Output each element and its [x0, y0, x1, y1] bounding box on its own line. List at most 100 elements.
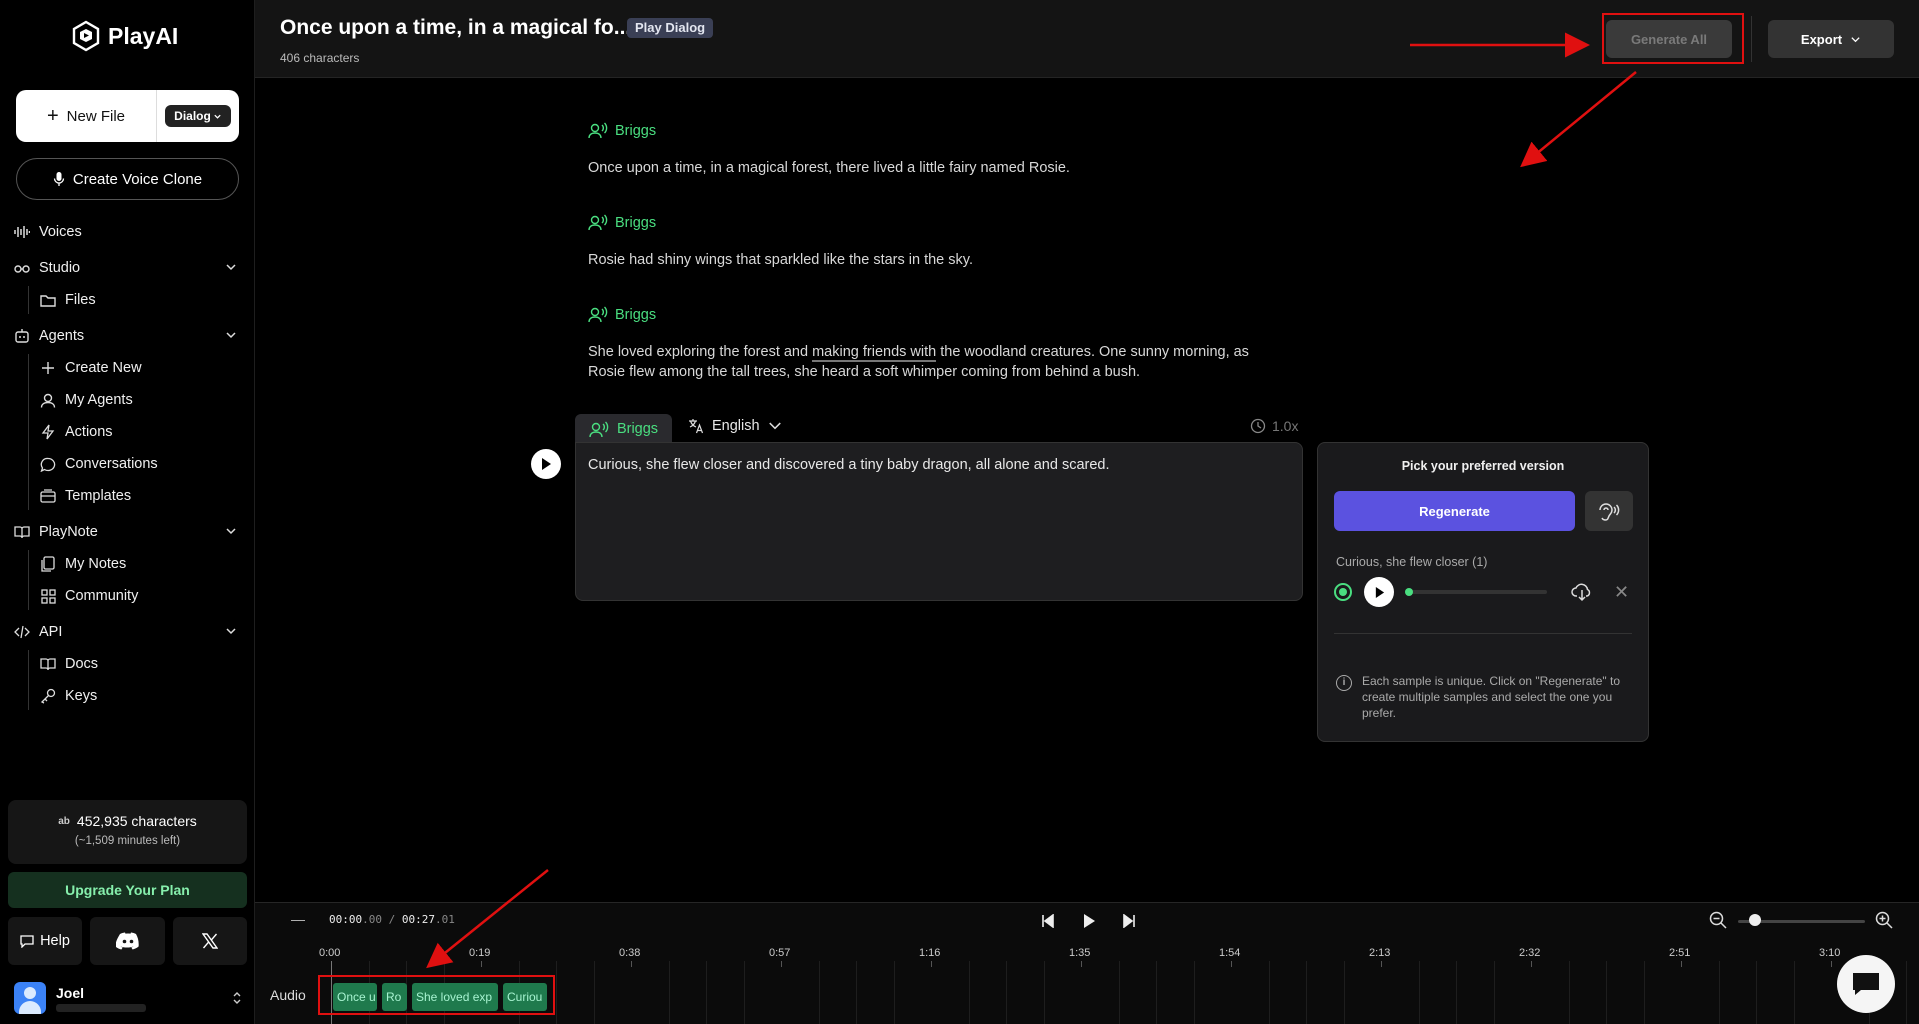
total-time-fraction: .01: [435, 913, 455, 926]
sidebar-item-studio[interactable]: Studio: [14, 254, 241, 282]
timeline-play-button[interactable]: [1079, 911, 1099, 931]
sample-play-button[interactable]: [1364, 577, 1394, 607]
sidebar-item-conversations[interactable]: Conversations: [40, 450, 241, 478]
sidebar-label: Voices: [39, 224, 82, 240]
sidebar-item-playnote[interactable]: PlayNote: [14, 518, 241, 546]
discord-button[interactable]: [90, 917, 165, 965]
skip-back-icon: [1042, 914, 1054, 928]
user-menu[interactable]: Joel: [14, 980, 242, 1016]
active-speaker-tab[interactable]: Briggs: [575, 414, 672, 444]
skip-forward-button[interactable]: [1119, 911, 1139, 931]
skip-back-button[interactable]: [1038, 911, 1058, 931]
new-file-group: + New File Dialog: [16, 90, 239, 142]
ruler-tick: [1568, 961, 1570, 1024]
sidebar-item-my-notes[interactable]: My Notes: [40, 550, 241, 578]
sidebar-label: Agents: [39, 328, 85, 344]
export-button[interactable]: Export: [1768, 20, 1894, 58]
x-twitter-button[interactable]: [173, 917, 247, 965]
active-line-textarea[interactable]: Curious, she flew closer and discovered …: [575, 442, 1303, 601]
speaker-name: Briggs: [615, 306, 657, 323]
chevron-down-icon: [1851, 36, 1860, 42]
cloud-download-icon[interactable]: [1571, 582, 1593, 602]
delete-sample-icon[interactable]: ✕: [1614, 583, 1629, 601]
sample-radio-selected[interactable]: [1334, 583, 1352, 601]
sample-label: Curious, she flew closer (1): [1336, 555, 1488, 569]
play-icon: [1375, 586, 1384, 598]
speaker-label[interactable]: Briggs: [588, 122, 656, 139]
folder-icon: [40, 292, 56, 308]
zoom-in-icon[interactable]: [1875, 911, 1893, 929]
sidebar-label: My Agents: [65, 392, 133, 408]
support-chat-button[interactable]: [1837, 955, 1895, 1013]
chevron-down-icon: [768, 422, 781, 430]
sidebar-item-actions[interactable]: Actions: [40, 418, 241, 446]
language-label: English: [712, 418, 760, 434]
sidebar-label: Conversations: [65, 456, 158, 472]
collapse-timeline-button[interactable]: —: [291, 911, 305, 927]
sidebar-item-files[interactable]: Files: [40, 286, 241, 314]
sidebar-item-api[interactable]: API: [14, 618, 241, 646]
file-type-label: Dialog: [174, 109, 211, 123]
regenerate-button[interactable]: Regenerate: [1334, 491, 1575, 531]
logo[interactable]: PlayAI: [70, 20, 178, 52]
speaker-label[interactable]: Briggs: [588, 214, 656, 231]
ruler-tick: [1643, 961, 1645, 1024]
chat-bubble-icon: [1853, 973, 1879, 995]
zoom-slider-knob[interactable]: [1748, 914, 1761, 926]
play-icon: [1084, 914, 1095, 928]
studio-icon: [14, 260, 30, 276]
document-title[interactable]: Once upon a time, in a magical fo...: [280, 16, 631, 40]
help-button[interactable]: Help: [8, 917, 82, 965]
track-label: Audio: [270, 987, 306, 1003]
template-icon: [40, 488, 56, 504]
sidebar-item-docs[interactable]: Docs: [40, 650, 241, 678]
key-icon: [40, 688, 56, 704]
tree-line: [28, 354, 29, 510]
ruler-tick: [1606, 961, 1607, 1024]
new-file-button[interactable]: + New File: [16, 90, 157, 142]
sidebar-label: Templates: [65, 488, 132, 504]
sidebar-item-create-new[interactable]: Create New: [40, 354, 241, 382]
grid-icon: [40, 588, 56, 604]
sample-progress-track[interactable]: [1407, 590, 1547, 594]
listen-button[interactable]: [1585, 491, 1633, 531]
dialog-line[interactable]: Rosie had shiny wings that sparkled like…: [588, 250, 1278, 270]
speaker-label[interactable]: Briggs: [588, 306, 656, 323]
characters-icon: ab: [58, 815, 70, 827]
sidebar-item-voices[interactable]: Voices: [14, 218, 241, 246]
sidebar-item-community[interactable]: Community: [40, 582, 241, 610]
ruler-tick: [481, 961, 482, 967]
ruler-tick: [1043, 961, 1045, 1024]
speaker-name: Briggs: [615, 122, 657, 139]
sidebar-item-keys[interactable]: Keys: [40, 682, 241, 710]
create-voice-clone-button[interactable]: Create Voice Clone: [16, 158, 239, 200]
ruler-tick-label: 0:00: [319, 947, 341, 959]
ruler-tick-label: 3:10: [1819, 947, 1841, 959]
play-line-button[interactable]: [531, 449, 561, 479]
spellcheck-underline-text[interactable]: making friends with: [812, 344, 937, 362]
upgrade-plan-button[interactable]: Upgrade Your Plan: [8, 872, 247, 908]
sidebar-item-my-agents[interactable]: My Agents: [40, 386, 241, 414]
sidebar-item-agents[interactable]: Agents: [14, 322, 241, 350]
time-readout: 00:00.00 / 00:27.01: [329, 913, 455, 926]
dialog-line[interactable]: She loved exploring the forest and makin…: [588, 342, 1278, 382]
annotation-box-clips: [318, 975, 555, 1015]
sidebar-label: My Notes: [65, 556, 127, 572]
file-type-dropdown[interactable]: Dialog: [165, 105, 231, 127]
ruler-tick: [1793, 961, 1795, 1024]
speaker-voice-icon: [589, 421, 609, 437]
ruler-tick-label: 0:19: [469, 947, 491, 959]
help-label: Help: [40, 933, 70, 949]
ruler-tick: [1231, 961, 1232, 967]
sidebar-label: Actions: [65, 424, 113, 440]
voice-clone-label: Create Voice Clone: [72, 170, 203, 188]
ruler-tick: [593, 961, 595, 1024]
language-selector[interactable]: English: [688, 418, 782, 434]
sample-progress-knob[interactable]: [1405, 588, 1413, 596]
dialog-line[interactable]: Once upon a time, in a magical forest, t…: [588, 158, 1278, 178]
zoom-out-icon[interactable]: [1709, 911, 1727, 929]
ruler-tick-label: 0:38: [619, 947, 641, 959]
chevron-down-icon: [214, 114, 221, 119]
sidebar-item-templates[interactable]: Templates: [40, 482, 241, 510]
speed-control[interactable]: 1.0x: [1250, 418, 1298, 434]
